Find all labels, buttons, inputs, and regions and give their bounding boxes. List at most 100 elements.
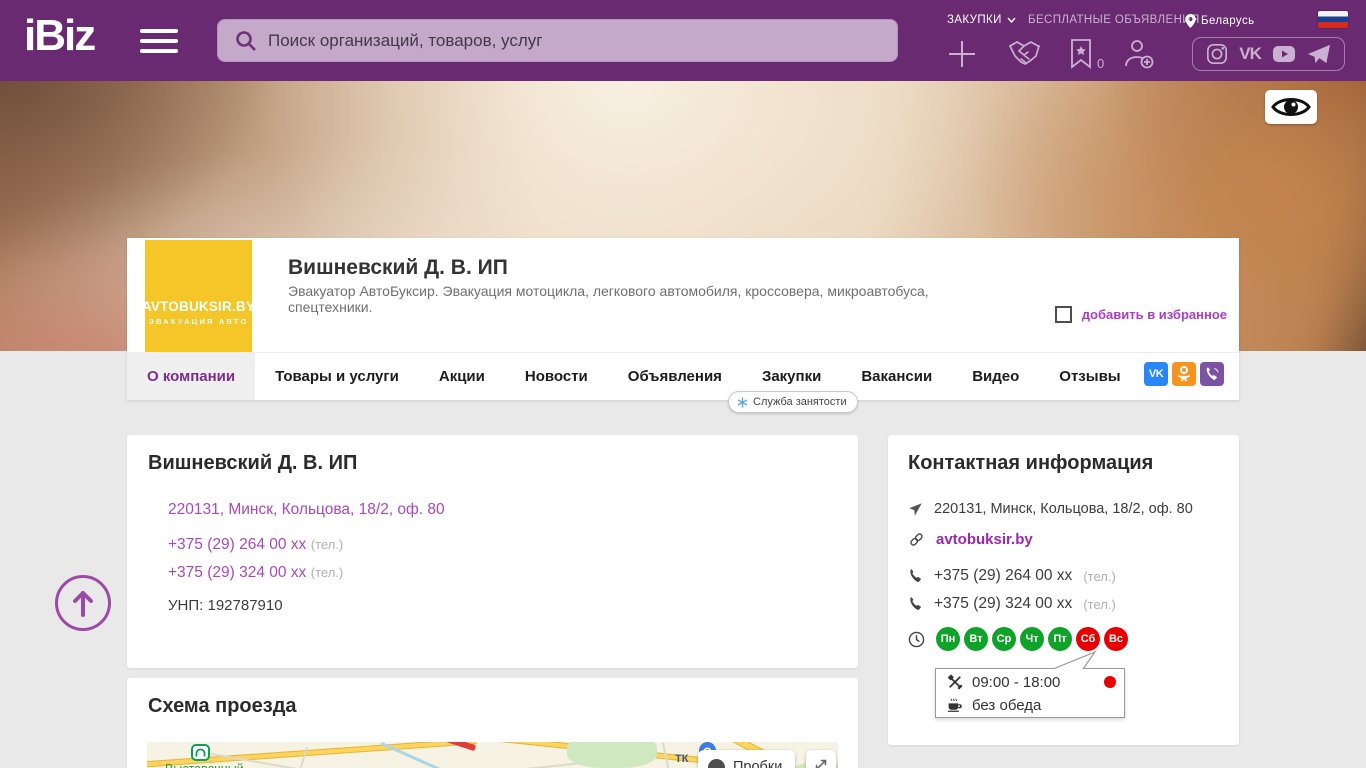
page: iBiz ЗАКУПКИ БЕСПЛАТНЫЕ ОБЪЯВЛЕНИЯ Белар…	[0, 0, 1366, 768]
closed-now-indicator	[1104, 676, 1116, 688]
nav-country[interactable]: Беларусь	[1185, 14, 1255, 28]
company-phone-1: +375 (29) 264 00 xx (тел.)	[168, 536, 343, 554]
company-logo[interactable]: AVTOBUKSIR.BY ЭВАКУАЦИЯ АВТО	[145, 240, 252, 352]
phone-note: (тел.)	[311, 537, 343, 552]
map-title: Схема проезда	[148, 695, 297, 718]
traffic-label: Пробки	[733, 759, 782, 768]
tab-products[interactable]: Товары и услуги	[255, 353, 419, 400]
favorite-checkbox[interactable]	[1055, 306, 1072, 323]
map-station-label: Выставочный	[165, 762, 244, 768]
schedule-row: Пн Вт Ср Чт Пт Сб Вс	[908, 627, 1128, 651]
contact-phone-number[interactable]: +375 (29) 324 00 xx	[934, 595, 1072, 613]
traffic-icon	[708, 759, 725, 768]
expand-arrows-icon	[813, 757, 829, 768]
schedule-lunch: без обеда	[972, 697, 1041, 714]
schedule-tooltip: 09:00 - 18:00 без обеда	[935, 668, 1125, 718]
employment-service-tooltip: Служба занятости	[728, 391, 858, 413]
company-unp: УНП: 192787910	[168, 597, 283, 614]
about-title: Вишневский Д. В. ИП	[148, 452, 357, 475]
navigation-arrow-icon	[908, 502, 923, 517]
tab-video[interactable]: Видео	[952, 353, 1039, 400]
favorites-count: 0	[1097, 56, 1104, 71]
tab-reviews[interactable]: Отзывы	[1039, 353, 1140, 400]
link-icon	[908, 531, 925, 548]
company-logo-line1: AVTOBUKSIR.BY	[142, 299, 255, 314]
clock-icon	[908, 631, 925, 648]
arrow-up-icon	[70, 588, 96, 618]
tab-about[interactable]: О компании	[127, 353, 255, 400]
about-company-card: Вишневский Д. В. ИП 220131, Минск, Кольц…	[127, 435, 858, 668]
company-address-link[interactable]: 220131, Минск, Кольцова, 18/2, оф. 80	[168, 501, 445, 519]
header-social-links: VK	[1192, 37, 1345, 71]
handshake-icon[interactable]	[1007, 39, 1041, 74]
scroll-to-top-button[interactable]	[55, 575, 111, 631]
company-tabs: О компании Товары и услуги Акции Новости…	[127, 352, 1239, 400]
day-monday[interactable]: Пн	[936, 627, 960, 651]
schedule-hours-row: 09:00 - 18:00	[936, 669, 1124, 692]
phone-icon	[908, 597, 923, 612]
site-logo[interactable]: iBiz	[24, 14, 94, 58]
nav-free-ads[interactable]: БЕСПЛАТНЫЕ ОБЪЯВЛЕНИЯ	[1028, 14, 1200, 26]
vk-icon[interactable]: VK	[1239, 44, 1261, 64]
contact-address: 220131, Минск, Кольцова, 18/2, оф. 80	[934, 501, 1193, 517]
tools-icon	[947, 674, 963, 690]
contact-phone-row-2: +375 (29) 324 00 xx (тел.)	[908, 595, 1116, 613]
language-flag-russian[interactable]	[1318, 11, 1348, 28]
phone-note: (тел.)	[1083, 569, 1115, 584]
phone-number-link[interactable]: +375 (29) 324 00 xx	[168, 564, 306, 581]
snowflake-icon	[737, 397, 748, 408]
favorite-label: добавить в избранное	[1082, 307, 1227, 322]
tab-promotions[interactable]: Акции	[419, 353, 505, 400]
map-tk-label: ТК	[675, 753, 688, 765]
contact-address-row: 220131, Минск, Кольцова, 18/2, оф. 80	[908, 501, 1193, 517]
schedule-hours: 09:00 - 18:00	[972, 674, 1060, 691]
nav-zakupki[interactable]: ЗАКУПКИ	[947, 14, 1016, 26]
chevron-down-icon	[1007, 17, 1016, 23]
tab-ads[interactable]: Объявления	[608, 353, 742, 400]
day-thursday[interactable]: Чт	[1020, 627, 1044, 651]
phone-note: (тел.)	[311, 565, 343, 580]
search-input[interactable]	[268, 31, 897, 51]
company-description: Эвакуатор АвтоБуксир. Эвакуация мотоцикл…	[288, 283, 938, 315]
company-website-link[interactable]: avtobuksir.by	[936, 531, 1033, 548]
traffic-toggle-button[interactable]: Пробки	[698, 750, 795, 768]
accessibility-eye-button[interactable]	[1265, 90, 1317, 124]
search-bar	[217, 19, 898, 62]
contact-phone-row-1: +375 (29) 264 00 xx (тел.)	[908, 567, 1116, 585]
favorites-bookmark-icon[interactable]	[1068, 38, 1094, 75]
day-friday[interactable]: Пт	[1048, 627, 1072, 651]
day-sunday[interactable]: Вс	[1104, 627, 1128, 651]
schedule-lunch-row: без обеда	[936, 692, 1124, 715]
map-expand-button[interactable]	[806, 750, 836, 768]
eye-icon	[1271, 94, 1311, 120]
phone-icon	[908, 569, 923, 584]
tab-news[interactable]: Новости	[505, 353, 608, 400]
phone-note: (тел.)	[1083, 597, 1115, 612]
tab-vacancies[interactable]: Вакансии	[841, 353, 952, 400]
working-days: Пн Вт Ср Чт Пт Сб Вс	[936, 627, 1128, 651]
top-header: iBiz ЗАКУПКИ БЕСПЛАТНЫЕ ОБЪЯВЛЕНИЯ Белар…	[0, 0, 1366, 81]
coffee-cup-icon	[947, 697, 963, 713]
company-header-card: AVTOBUKSIR.BY ЭВАКУАЦИЯ АВТО Вишневский …	[127, 238, 1239, 400]
contact-phone-number[interactable]: +375 (29) 264 00 xx	[934, 567, 1072, 585]
day-tuesday[interactable]: Вт	[964, 627, 988, 651]
contact-info-card: Контактная информация 220131, Минск, Кол…	[888, 435, 1239, 745]
directions-card: Схема проезда Выставочный ТК	[127, 678, 858, 768]
day-wednesday[interactable]: Ср	[992, 627, 1016, 651]
company-phone-2: +375 (29) 324 00 xx (тел.)	[168, 564, 343, 582]
add-to-favorites[interactable]: добавить в избранное	[1055, 306, 1227, 323]
day-saturday[interactable]: Сб	[1076, 627, 1100, 651]
map-canvas[interactable]: Выставочный ТК Пробки	[147, 742, 838, 768]
search-icon	[234, 29, 258, 53]
metro-station-icon-green	[191, 744, 210, 761]
youtube-icon[interactable]	[1272, 44, 1296, 64]
telegram-icon[interactable]	[1307, 43, 1331, 65]
phone-number-link[interactable]: +375 (29) 264 00 xx	[168, 536, 306, 553]
hamburger-menu-icon[interactable]	[140, 29, 178, 53]
add-plus-icon[interactable]	[947, 39, 977, 74]
instagram-icon[interactable]	[1206, 43, 1228, 65]
schedule-tooltip-pointer	[935, 650, 1125, 669]
add-user-icon[interactable]	[1122, 38, 1156, 75]
company-logo-line2: ЭВАКУАЦИЯ АВТО	[149, 317, 249, 326]
contact-website-row: avtobuksir.by	[908, 531, 1033, 548]
